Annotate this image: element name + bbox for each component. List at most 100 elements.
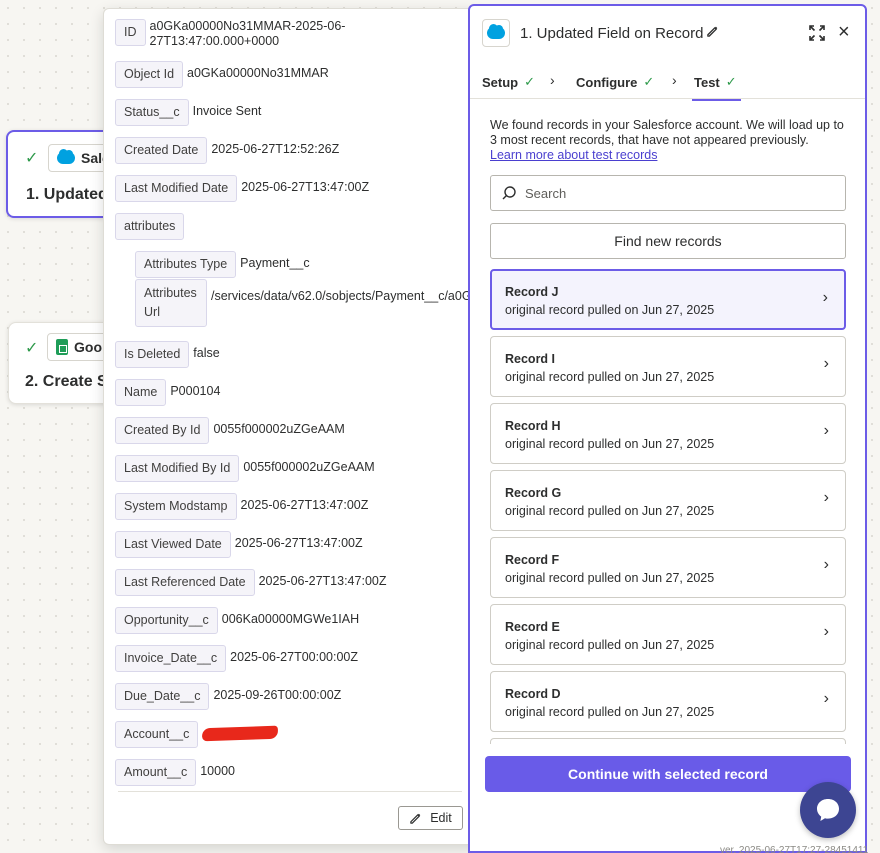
field-row: Is Deleted false <box>115 341 220 368</box>
field-value: 006Ka00000MGWe1IAH <box>221 612 360 626</box>
field-value: P000104 <box>170 384 221 398</box>
field-key: Account__c <box>115 721 199 748</box>
record-subtitle: original record pulled on Jun 27, 2025 <box>505 303 715 317</box>
field-key: Created By Id <box>115 417 210 444</box>
search-box <box>490 175 846 211</box>
chevron-right-icon: › <box>823 355 829 372</box>
chevron-right-icon: › <box>823 623 829 640</box>
chevron-right-icon: › <box>823 422 829 439</box>
field-value: false <box>193 346 220 360</box>
step-editor-panel: 1. Updated Field on Record × Setup ✓ › C… <box>468 4 867 853</box>
record-item[interactable]: Record E original record pulled on Jun 2… <box>490 604 846 665</box>
field-key: Last Modified Date <box>115 175 238 202</box>
find-new-records-button[interactable]: Find new records <box>490 223 846 259</box>
rename-pencil-icon[interactable] <box>706 25 719 41</box>
field-row: Attributes Url /services/data/v62.0/sobj… <box>135 279 480 327</box>
version-label: ver. 2025-06-27T17:27-28451411 <box>720 845 869 853</box>
chevron-right-icon: › <box>823 556 829 573</box>
record-name: Record F <box>505 553 560 567</box>
tab-label: Test <box>694 74 720 90</box>
field-row: Created Date 2025-06-27T12:52:26Z <box>115 137 339 164</box>
field-key: System Modstamp <box>115 493 237 520</box>
field-value: 0055f000002uZGeAAM <box>213 422 345 436</box>
search-input[interactable] <box>525 185 825 201</box>
field-row: Account__c <box>115 721 279 748</box>
record-name: Record J <box>505 285 559 299</box>
search-icon <box>502 186 516 200</box>
field-key: Status__c <box>115 99 189 126</box>
field-value: /services/data/v62.0/sobjects/Payment__c… <box>211 289 480 303</box>
app-chip: Goo <box>47 333 111 361</box>
field-key: attributes <box>115 213 185 240</box>
chat-bubble-icon <box>817 799 839 821</box>
field-key: Name <box>115 379 167 406</box>
record-item[interactable]: Record J original record pulled on Jun 2… <box>490 269 846 330</box>
field-key: Created Date <box>115 137 208 164</box>
record-subtitle: original record pulled on Jun 27, 2025 <box>505 437 715 451</box>
check-icon: ✓ <box>25 340 39 357</box>
field-row: Status__c Invoice Sent <box>115 99 261 126</box>
field-row: Last Modified Date 2025-06-27T13:47:00Z <box>115 175 369 202</box>
record-name: Record E <box>505 620 560 634</box>
field-value: 2025-09-26T00:00:00Z <box>213 688 342 702</box>
record-subtitle: original record pulled on Jun 27, 2025 <box>505 705 715 719</box>
chevron-right-icon: › <box>823 489 829 506</box>
continue-button[interactable]: Continue with selected record <box>485 756 851 792</box>
record-name: Record G <box>505 486 562 500</box>
tab-label: Configure <box>576 74 638 90</box>
field-row: Amount__c 10000 <box>115 759 235 786</box>
chevron-right-icon: › <box>550 72 555 88</box>
record-list: Record J original record pulled on Jun 2… <box>490 269 846 744</box>
field-key: Attributes Type <box>135 251 237 278</box>
record-item[interactable]: Record F original record pulled on Jun 2… <box>490 537 846 598</box>
tab-setup[interactable]: Setup ✓ <box>482 74 535 90</box>
record-name: Record D <box>505 687 561 701</box>
salesforce-logo-icon <box>487 24 505 39</box>
field-key: Last Referenced Date <box>115 569 255 596</box>
field-value: 2025-06-27T13:47:00Z <box>241 180 370 194</box>
record-item[interactable]: Record G original record pulled on Jun 2… <box>490 470 846 531</box>
tab-configure[interactable]: Configure ✓ <box>576 74 654 90</box>
field-row: Last Viewed Date 2025-06-27T13:47:00Z <box>115 531 363 558</box>
field-key: Attributes Url <box>135 279 207 327</box>
record-item[interactable]: Record I original record pulled on Jun 2… <box>490 336 846 397</box>
panel-title[interactable]: 1. Updated Field on Record <box>520 25 703 42</box>
pencil-icon <box>410 813 421 824</box>
field-key: Is Deleted <box>115 341 190 368</box>
field-value: 2025-06-27T00:00:00Z <box>230 650 358 664</box>
field-key: Due_Date__c <box>115 683 210 710</box>
field-row: ID a0GKa00000No31MMAR-2025-06-27T13:47:0… <box>115 19 372 49</box>
record-subtitle: original record pulled on Jun 27, 2025 <box>505 638 715 652</box>
close-icon[interactable]: × <box>838 22 850 42</box>
edit-label: Edit <box>430 811 452 825</box>
field-value: Payment__c <box>240 256 310 270</box>
field-key: ID <box>115 19 146 46</box>
field-key: Last Modified By Id <box>115 455 240 482</box>
app-chip-label: Goo <box>74 339 102 355</box>
field-value <box>202 721 279 744</box>
field-value: 2025-06-27T13:47:00Z <box>240 498 369 512</box>
field-key: Opportunity__c <box>115 607 218 634</box>
chat-support-button[interactable] <box>800 782 856 838</box>
expand-icon[interactable] <box>808 24 828 44</box>
tab-test[interactable]: Test ✓ <box>692 74 741 101</box>
chevron-right-icon: › <box>822 289 828 306</box>
field-key: Amount__c <box>115 759 197 786</box>
record-item[interactable]: Record H original record pulled on Jun 2… <box>490 403 846 464</box>
field-key: Object Id <box>115 61 184 88</box>
record-name: Record H <box>505 419 561 433</box>
check-icon: ✓ <box>25 150 39 167</box>
field-row: Opportunity__c 006Ka00000MGWe1IAH <box>115 607 359 634</box>
record-item-partial[interactable] <box>490 738 846 744</box>
edit-button[interactable]: Edit <box>398 806 463 830</box>
learn-more-link[interactable]: Learn more about test records <box>490 148 850 163</box>
chevron-right-icon: › <box>823 690 829 707</box>
field-value: 10000 <box>200 764 235 778</box>
divider <box>118 791 462 792</box>
check-icon: ✓ <box>725 74 737 89</box>
field-row: Last Referenced Date 2025-06-27T13:47:00… <box>115 569 386 596</box>
record-subtitle: original record pulled on Jun 27, 2025 <box>505 504 715 518</box>
step-title: 2. Create S <box>25 373 108 390</box>
field-row: Due_Date__c 2025-09-26T00:00:00Z <box>115 683 341 710</box>
record-item[interactable]: Record D original record pulled on Jun 2… <box>490 671 846 732</box>
